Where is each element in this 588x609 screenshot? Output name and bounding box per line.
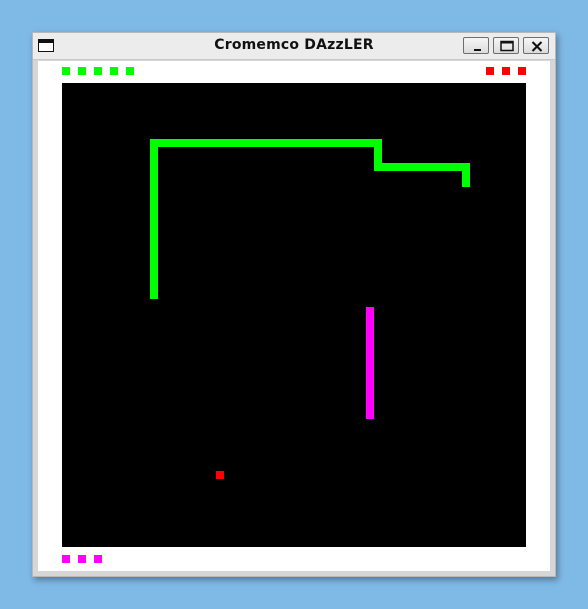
game-screen[interactable] <box>62 83 526 547</box>
player2-lives-indicator <box>62 555 110 563</box>
life-indicator <box>502 67 510 75</box>
player2-snake <box>366 307 374 419</box>
snake-segment <box>374 163 470 171</box>
snake-segment <box>150 139 382 147</box>
life-indicator <box>62 67 70 75</box>
game-canvas <box>150 139 470 479</box>
snake-segment <box>150 139 158 299</box>
life-indicator <box>110 67 118 75</box>
life-indicator <box>518 67 526 75</box>
opponent-lives-indicator <box>486 67 526 75</box>
life-indicator <box>78 555 86 563</box>
life-indicator <box>94 555 102 563</box>
player1-snake <box>150 139 470 299</box>
title-bar[interactable]: Cromemco DAzzLER <box>33 33 555 60</box>
player1-lives-indicator <box>62 67 142 75</box>
close-icon <box>531 41 543 52</box>
life-indicator <box>78 67 86 75</box>
life-indicator <box>486 67 494 75</box>
maximize-button[interactable] <box>493 37 519 54</box>
minimize-button[interactable] <box>463 37 489 54</box>
close-button[interactable] <box>523 37 549 54</box>
snake-segment <box>366 307 374 419</box>
food-pellet <box>216 471 224 479</box>
life-indicator <box>62 555 70 563</box>
life-indicator <box>94 67 102 75</box>
maximize-icon <box>500 40 514 52</box>
minimize-icon <box>474 49 481 51</box>
life-indicator <box>126 67 134 75</box>
snake-segment <box>462 163 470 187</box>
